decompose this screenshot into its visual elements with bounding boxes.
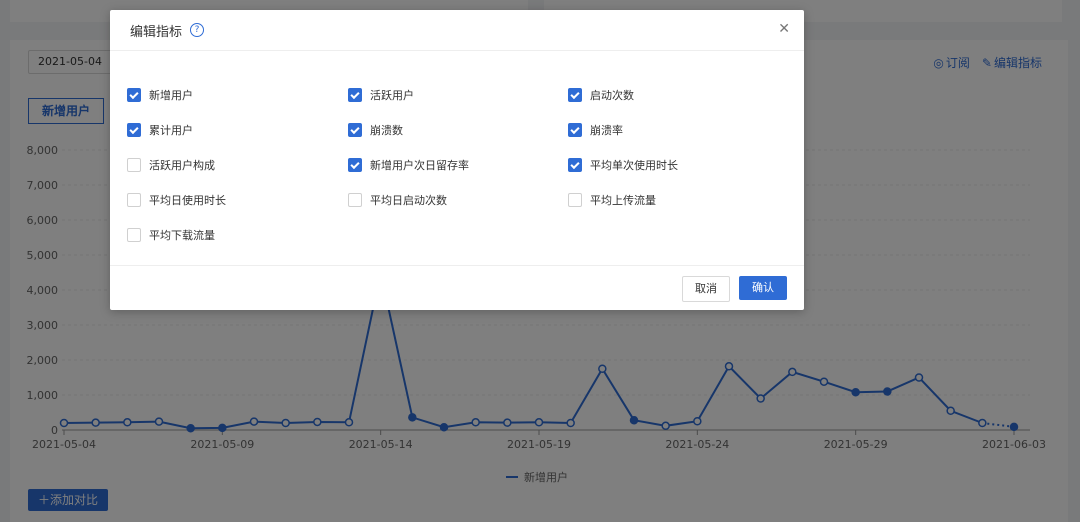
metric-options: 新增用户 活跃用户 启动次数累计用户 崩溃数 崩溃率活跃用户构成 新增用户次日留存率 平均单… [110,51,804,267]
metric-option-label: 平均下载流量 [149,229,215,242]
metric-checkbox[interactable] [348,123,362,137]
metric-option[interactable]: 崩溃数 [348,122,403,138]
metric-checkbox[interactable] [127,88,141,102]
metric-option-label: 活跃用户 [370,89,414,102]
metric-option-label: 新增用户次日留存率 [370,159,469,172]
metric-option-label: 活跃用户构成 [149,159,215,172]
modal-title: 编辑指标 [130,24,183,40]
metric-option[interactable]: 新增用户次日留存率 [348,157,469,173]
metric-option-label: 启动次数 [590,89,634,102]
metric-checkbox[interactable] [568,123,582,137]
metric-checkbox[interactable] [348,193,362,207]
metric-option[interactable]: 崩溃率 [568,122,623,138]
metric-option-label: 新增用户 [149,89,193,102]
metric-option-label: 平均单次使用时长 [590,159,678,172]
edit-metrics-modal: 编辑指标 ? ✕ 新增用户 活跃用户 启动次数 累计用户 崩溃数 崩溃率 活跃用户构成 新增用… [110,10,804,310]
metric-option-label: 累计用户 [149,124,193,137]
metric-option[interactable]: 活跃用户构成 [127,157,215,173]
close-icon[interactable]: ✕ [778,22,790,36]
metric-checkbox[interactable] [348,88,362,102]
metric-checkbox[interactable] [348,158,362,172]
metric-option-label: 平均日启动次数 [370,194,447,207]
metric-option[interactable]: 新增用户 [127,87,193,103]
metric-option[interactable]: 平均日使用时长 [127,192,226,208]
metric-option[interactable]: 累计用户 [127,122,193,138]
cancel-button[interactable]: 取消 [682,276,730,302]
metric-option[interactable]: 启动次数 [568,87,634,103]
help-icon[interactable]: ? [190,23,205,37]
metric-option[interactable]: 平均日启动次数 [348,192,447,208]
metric-option[interactable]: 平均下载流量 [127,227,215,243]
metric-option-label: 平均上传流量 [590,194,656,207]
metric-option-label: 崩溃率 [590,124,623,137]
metric-option[interactable]: 平均上传流量 [568,192,656,208]
metric-option[interactable]: 活跃用户 [348,87,414,103]
modal-header: 编辑指标 ? [110,10,804,51]
metric-checkbox[interactable] [127,123,141,137]
metric-checkbox[interactable] [127,193,141,207]
metric-option[interactable]: 平均单次使用时长 [568,157,678,173]
metric-checkbox[interactable] [127,158,141,172]
modal-footer: 取消 确认 [110,265,804,310]
metric-option-label: 崩溃数 [370,124,403,137]
metric-checkbox[interactable] [568,158,582,172]
confirm-button[interactable]: 确认 [739,276,787,300]
metric-checkbox[interactable] [568,88,582,102]
metric-option-label: 平均日使用时长 [149,194,226,207]
metric-checkbox[interactable] [127,228,141,242]
metric-checkbox[interactable] [568,193,582,207]
